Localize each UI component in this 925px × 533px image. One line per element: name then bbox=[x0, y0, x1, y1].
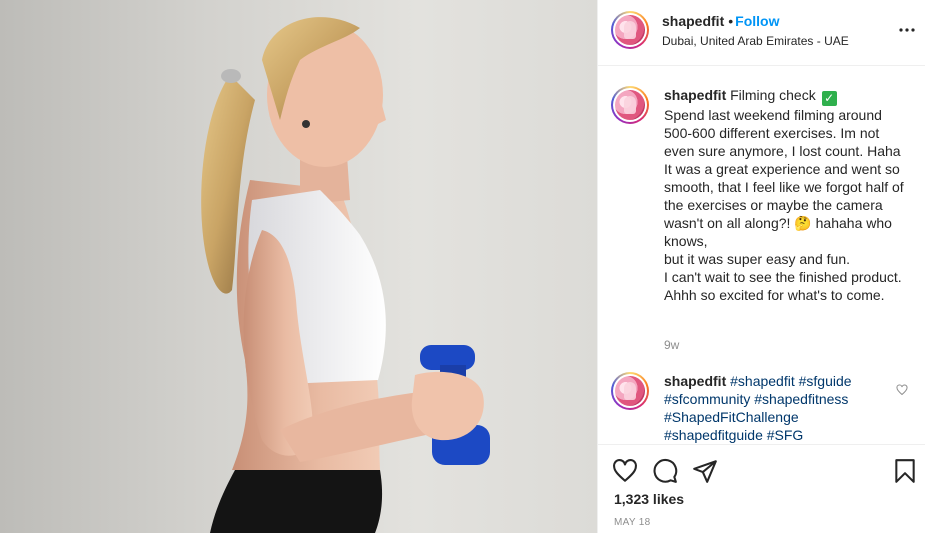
comment-body: shapedfit #shapedfit #sfguide #sfcommuni… bbox=[664, 372, 896, 444]
comment-icon[interactable] bbox=[652, 458, 678, 484]
caption-body: shapedfit Filming check ✓ Spend last wee… bbox=[664, 86, 904, 304]
post-header: shapedfit • Follow Dubai, United Arab Emir… bbox=[598, 0, 925, 66]
share-icon[interactable] bbox=[692, 458, 718, 484]
more-options-icon[interactable] bbox=[898, 21, 916, 39]
header-username[interactable]: shapedfit bbox=[662, 13, 724, 29]
caption-username[interactable]: shapedfit bbox=[664, 87, 726, 103]
comment-avatar[interactable] bbox=[611, 372, 649, 410]
post-date[interactable]: MAY 18 bbox=[614, 517, 650, 528]
post-actions: 1,323 likes MAY 18 bbox=[598, 444, 925, 533]
header-text: shapedfit • Follow Dubai, United Arab Emir… bbox=[662, 12, 882, 49]
post-side-panel: shapedfit • Follow Dubai, United Arab Emir… bbox=[597, 0, 925, 533]
follow-button[interactable]: Follow bbox=[735, 13, 779, 29]
location-link[interactable]: Dubai, United Arab Emirates - UAE bbox=[662, 33, 882, 49]
profile-avatar[interactable] bbox=[611, 11, 649, 49]
hashtags-line-4[interactable]: #shapedfitguide #SFG bbox=[664, 427, 803, 443]
caption-text: Spend last weekend filming around 500-60… bbox=[664, 107, 904, 303]
check-mark-icon: ✓ bbox=[821, 91, 837, 106]
comments-section[interactable]: shapedfit Filming check ✓ Spend last wee… bbox=[598, 66, 925, 444]
bookmark-icon[interactable] bbox=[892, 458, 918, 484]
caption-avatar[interactable] bbox=[611, 86, 649, 124]
post-photo[interactable] bbox=[0, 0, 597, 533]
heart-icon[interactable] bbox=[612, 458, 638, 484]
comment-username[interactable]: shapedfit bbox=[664, 373, 726, 389]
hashtags-line-2[interactable]: #sfcommunity #shapedfitness bbox=[664, 391, 848, 407]
hashtags-line-1[interactable]: #shapedfit #sfguide bbox=[730, 373, 851, 389]
likes-count[interactable]: 1,323 likes bbox=[614, 491, 684, 507]
woman-with-dumbbell-image bbox=[201, 17, 490, 533]
hashtags-line-3[interactable]: #ShapedFitChallenge bbox=[664, 409, 799, 425]
separator-dot: • bbox=[728, 13, 734, 29]
caption-time[interactable]: 9w bbox=[664, 338, 679, 352]
caption-title: Filming check bbox=[730, 87, 816, 103]
comment-like-heart-icon[interactable] bbox=[896, 384, 908, 396]
